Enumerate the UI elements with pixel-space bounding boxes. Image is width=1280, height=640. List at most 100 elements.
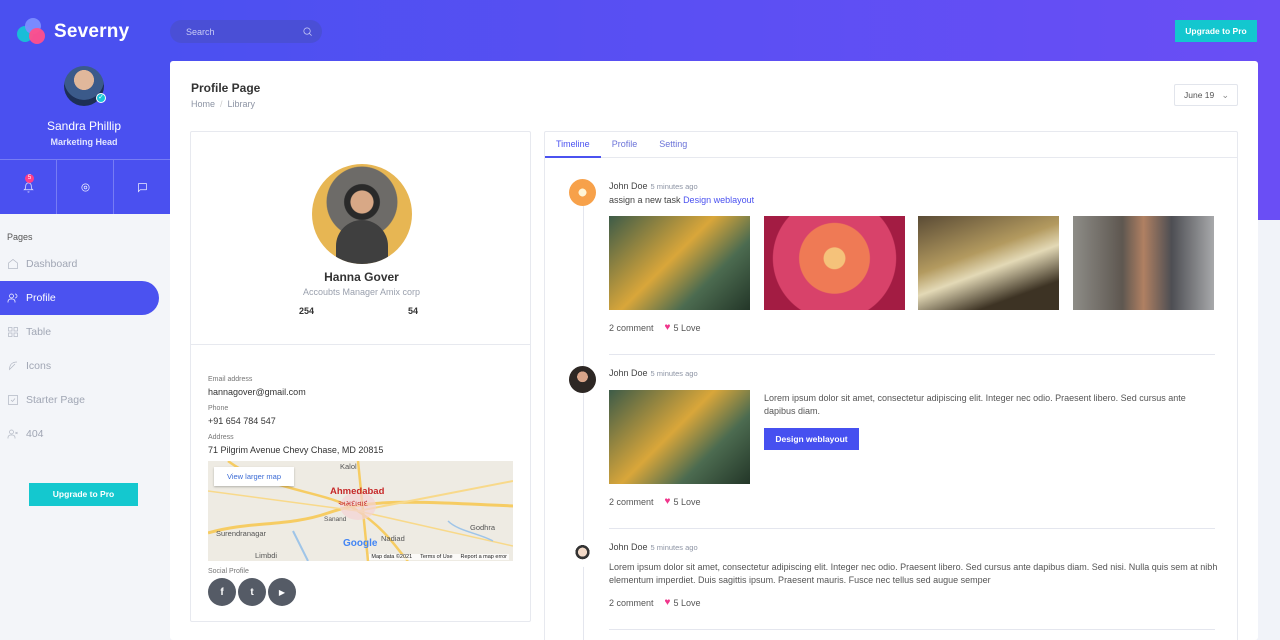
breadcrumb-home[interactable]: Home [191,99,215,109]
chevron-down-icon: ⌄ [1221,90,1229,100]
sidebar: Severny ✓ Sandra Phillip Marketing Head … [0,0,170,640]
map-label: અમદાવાદ [338,499,368,508]
divider [191,344,530,345]
facebook-icon[interactable]: f [208,578,236,606]
view-larger-map-button[interactable]: View larger map [214,467,294,486]
timeline-photo-flower[interactable] [764,216,905,310]
email-value: hannagover@gmail.com [208,387,306,397]
checkbox-icon [8,395,18,405]
logo[interactable]: Severny [17,18,129,46]
heart-icon: ♥ [664,597,671,608]
timeline-photo-crab[interactable] [609,216,750,310]
timeline-author: John Doe 5 minutes ago [609,542,698,552]
main-panel: Profile Page Home / Library June 19 ⌄ Ha… [170,61,1258,640]
timeline-text: assign a new task Design weblayout [609,195,754,205]
timeline-meta: 2 comment ♥ 5 Love [609,597,701,608]
sidebar-upgrade-button[interactable]: Upgrade to Pro [29,483,138,506]
nav-section-title: Pages [7,232,33,242]
notifications-button[interactable]: 5 [0,160,57,214]
youtube-icon[interactable]: ▶ [268,578,296,606]
map-label: Nadiad [381,534,405,543]
lightbulb-icon [569,179,596,206]
page-title: Profile Page [191,81,261,95]
settings-button[interactable] [57,160,114,214]
timeline-meta: 2 comment ♥ 5 Love [609,496,701,507]
sidebar-item-404[interactable]: 404 [0,417,159,451]
avatar [569,540,596,567]
timeline-photo-man[interactable] [1073,216,1214,310]
tab-bar: Timeline Profile Setting [545,132,1237,158]
timeline-line [583,182,584,640]
love-count[interactable]: 5 Love [673,497,700,507]
timeline-author: John Doe 5 minutes ago [609,368,698,378]
profile-name: Hanna Gover [324,270,399,284]
verified-icon: ✓ [96,93,106,103]
profile-photo [312,164,412,264]
sidebar-item-label: Table [26,326,52,338]
heart-icon: ♥ [664,496,671,507]
user-role: Marketing Head [50,137,118,147]
timeline-divider [609,354,1215,355]
timestamp: 5 minutes ago [650,543,698,552]
design-weblayout-button[interactable]: Design weblayout [764,428,859,450]
map-label: Surendranagar [216,529,267,538]
comment-count[interactable]: 2 comment [609,497,654,507]
tab-profile[interactable]: Profile [601,132,649,158]
task-link[interactable]: Design weblayout [683,195,754,205]
breadcrumb-library[interactable]: Library [228,99,256,109]
map-report-link[interactable]: Report a map error [461,554,507,560]
love-count[interactable]: 5 Love [673,598,700,608]
upgrade-button[interactable]: Upgrade to Pro [1175,20,1257,42]
feather-icon [9,361,18,371]
timeline-meta: 2 comment ♥ 5 Love [609,322,701,333]
timeline-text: Lorem ipsum dolor sit amet, consectetur … [764,393,1186,416]
map-terms-link[interactable]: Terms of Use [420,554,452,560]
sidebar-header: Severny ✓ Sandra Phillip Marketing Head … [0,0,170,214]
email-label: Email address [208,376,253,383]
tab-setting[interactable]: Setting [648,132,698,158]
user-x-icon [7,429,18,439]
map-footer: Map data ©2021 Terms of Use Report a map… [369,554,509,560]
timeline-photo-puffin[interactable] [918,216,1059,310]
profile-card: Hanna Gover Accoubts Manager Amix corp 2… [190,131,531,622]
user-name: Sandra Phillip [46,119,122,133]
grid-icon [8,327,18,337]
tab-timeline[interactable]: Timeline [545,132,601,158]
timeline-photo-crab[interactable] [609,390,750,484]
timeline-card: Timeline Profile Setting John Doe 5 minut… [544,131,1238,640]
search-bar[interactable] [170,20,322,43]
sidebar-item-table[interactable]: Table [0,315,159,349]
search-input[interactable] [186,26,296,37]
sidebar-item-starter-page[interactable]: Starter Page [0,383,159,417]
social-buttons: f t ▶ [208,578,296,606]
comment-count[interactable]: 2 comment [609,598,654,608]
sidebar-nav: Dashboard Profile Table Icons Starter Pa… [0,247,170,451]
address-value: 71 Pilgrim Avenue Chevy Chase, MD 20815 [208,445,384,455]
sidebar-item-icons[interactable]: Icons [0,349,159,383]
profile-job: Accoubts Manager Amix corp [302,287,421,297]
map-label: Limbdi [255,551,278,560]
breadcrumb-separator: / [220,99,223,109]
date-select-value: June 19 [1184,90,1215,100]
comment-count[interactable]: 2 comment [609,323,654,333]
love-count[interactable]: 5 Love [673,323,700,333]
map-label: Godhra [470,523,496,532]
search-icon[interactable] [302,26,313,37]
sidebar-item-profile[interactable]: Profile [0,281,159,315]
phone-label: Phone [208,405,229,412]
address-label: Address [208,434,234,441]
author-name[interactable]: John Doe [609,542,648,552]
avatar [569,366,596,393]
sidebar-item-label: Dashboard [26,258,78,270]
twitter-icon[interactable]: t [238,578,266,606]
heart-icon: ♥ [664,322,671,333]
bell-icon [22,182,34,192]
author-name[interactable]: John Doe [609,181,648,191]
author-name[interactable]: John Doe [609,368,648,378]
date-select[interactable]: June 19 ⌄ [1174,84,1238,106]
logo-icon [17,18,47,46]
messages-button[interactable] [114,160,170,214]
timeline-author: John Doe 5 minutes ago [609,181,698,191]
sidebar-item-dashboard[interactable]: Dashboard [0,247,159,281]
location-map[interactable]: View larger map Kalol Ahmedabad અમદાવાદ … [208,461,513,561]
